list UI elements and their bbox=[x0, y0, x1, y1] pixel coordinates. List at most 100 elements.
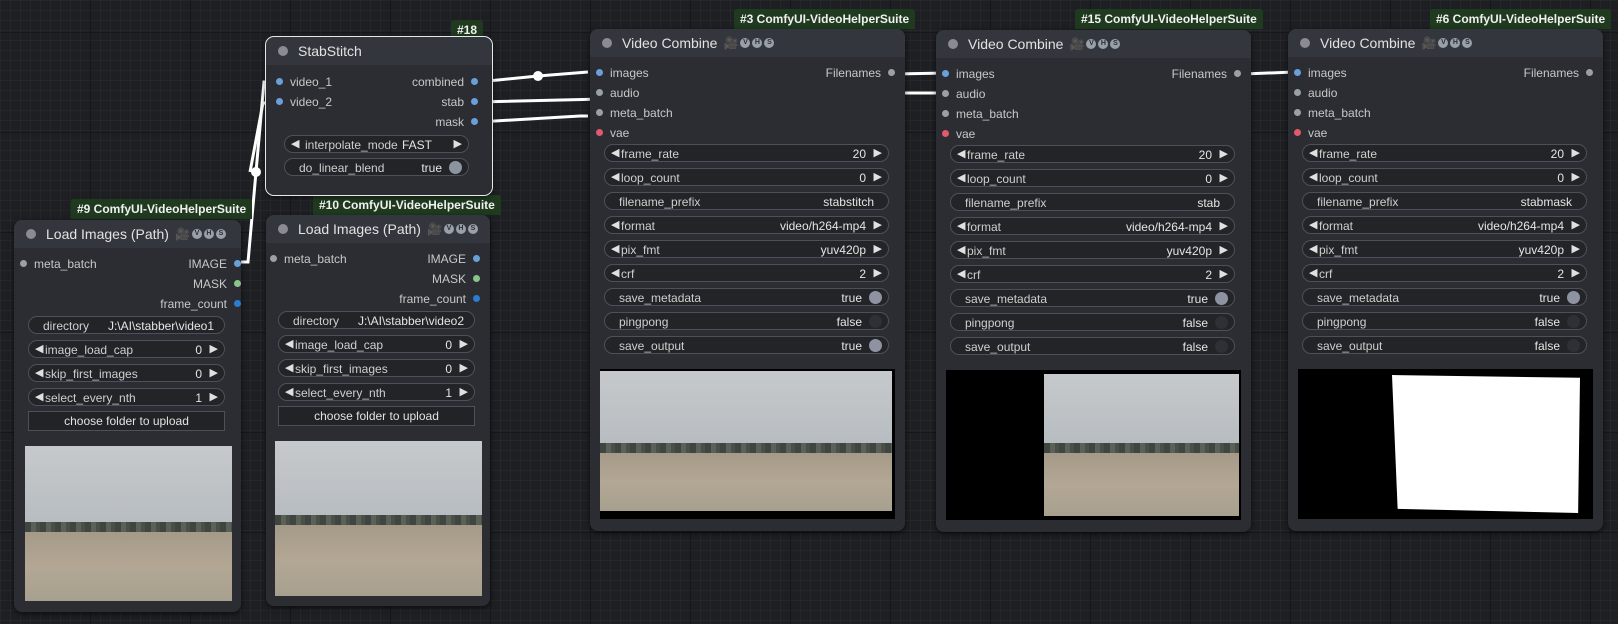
node-title-bar[interactable]: Video Combine 🎥 V H S bbox=[936, 30, 1251, 58]
choose-folder-button[interactable]: choose folder to upload bbox=[278, 406, 475, 426]
output-mask[interactable]: MASK bbox=[432, 272, 480, 286]
slot-dot-icon[interactable] bbox=[596, 89, 603, 96]
crf-stepper[interactable]: ◀ crf 2 ▶ bbox=[604, 264, 889, 282]
pingpong-toggle[interactable]: pingpong false bbox=[950, 313, 1235, 331]
slot-dot-icon[interactable] bbox=[1234, 70, 1241, 77]
output-filenames[interactable]: Filenames bbox=[1172, 67, 1241, 81]
input-images[interactable]: images bbox=[942, 67, 995, 81]
slot-dot-icon[interactable] bbox=[471, 118, 478, 125]
slot-dot-icon[interactable] bbox=[942, 70, 949, 77]
save-metadata-toggle[interactable]: save_metadata true bbox=[1302, 288, 1587, 306]
output-image[interactable]: IMAGE bbox=[188, 257, 241, 271]
input-vae[interactable]: vae bbox=[942, 127, 975, 141]
pingpong-toggle[interactable]: pingpong false bbox=[604, 312, 889, 330]
do-linear-blend-toggle[interactable]: do_linear_blend true bbox=[284, 158, 469, 176]
save-metadata-toggle[interactable]: save_metadata true bbox=[950, 289, 1235, 307]
node-title-bar[interactable]: Load Images (Path) 🎥 V H S bbox=[266, 215, 490, 243]
slot-dot-icon[interactable] bbox=[1294, 109, 1301, 116]
output-filenames[interactable]: Filenames bbox=[1524, 66, 1593, 80]
save-output-toggle[interactable]: save_output false bbox=[950, 337, 1235, 355]
filename-prefix-field[interactable]: filename_prefix stabmask bbox=[1302, 192, 1587, 210]
input-vae[interactable]: vae bbox=[1294, 126, 1327, 140]
input-audio[interactable]: audio bbox=[1294, 86, 1337, 100]
node-stabstitch-18[interactable]: StabStitch video_1 video_2 combined stab… bbox=[265, 36, 493, 196]
slot-dot-icon[interactable] bbox=[20, 260, 27, 267]
node-video-combine-15[interactable]: Video Combine 🎥 V H S images audio meta_bat… bbox=[936, 30, 1251, 532]
collapse-dot-icon[interactable] bbox=[948, 39, 958, 49]
save-output-toggle[interactable]: save_output true bbox=[604, 336, 889, 354]
slot-dot-icon[interactable] bbox=[471, 78, 478, 85]
slot-dot-icon[interactable] bbox=[1294, 89, 1301, 96]
collapse-dot-icon[interactable] bbox=[278, 224, 288, 234]
output-mask[interactable]: MASK bbox=[193, 277, 241, 291]
node-video-combine-3[interactable]: Video Combine 🎥 V H S images audio meta_bat… bbox=[590, 29, 905, 531]
directory-field[interactable]: directory J:\AI\stabber\video1 bbox=[28, 316, 225, 334]
input-audio[interactable]: audio bbox=[596, 86, 639, 100]
input-audio[interactable]: audio bbox=[942, 87, 985, 101]
input-vae[interactable]: vae bbox=[596, 126, 629, 140]
node-load-images-9[interactable]: Load Images (Path) 🎥 V H S meta_batch IMAGE… bbox=[14, 220, 241, 612]
collapse-dot-icon[interactable] bbox=[602, 38, 612, 48]
output-frame-count[interactable]: frame_count bbox=[160, 297, 241, 311]
skip-first-images-stepper[interactable]: ◀ skip_first_images 0 ▶ bbox=[28, 364, 225, 382]
frame-rate-stepper[interactable]: ◀ frame_rate 20 ▶ bbox=[604, 144, 889, 162]
input-meta-batch[interactable]: meta_batch bbox=[596, 106, 673, 120]
slot-dot-icon[interactable] bbox=[1586, 69, 1593, 76]
slot-dot-icon[interactable] bbox=[942, 90, 949, 97]
input-video-2[interactable]: video_2 bbox=[276, 95, 332, 109]
format-select[interactable]: ◀ format video/h264-mp4 ▶ bbox=[1302, 216, 1587, 234]
slot-dot-icon[interactable] bbox=[596, 69, 603, 76]
slot-dot-icon[interactable] bbox=[473, 275, 480, 282]
input-images[interactable]: images bbox=[1294, 66, 1347, 80]
output-combined[interactable]: combined bbox=[412, 75, 478, 89]
input-meta-batch[interactable]: meta_batch bbox=[270, 252, 347, 266]
input-video-1[interactable]: video_1 bbox=[276, 75, 332, 89]
select-every-nth-stepper[interactable]: ◀ select_every_nth 1 ▶ bbox=[278, 383, 475, 401]
loop-count-stepper[interactable]: ◀ loop_count 0 ▶ bbox=[1302, 168, 1587, 186]
frame-rate-stepper[interactable]: ◀ frame_rate 20 ▶ bbox=[1302, 144, 1587, 162]
slot-dot-icon[interactable] bbox=[596, 129, 603, 136]
slot-dot-icon[interactable] bbox=[270, 255, 277, 262]
crf-stepper[interactable]: ◀ crf 2 ▶ bbox=[1302, 264, 1587, 282]
save-metadata-toggle[interactable]: save_metadata true bbox=[604, 288, 889, 306]
choose-folder-button[interactable]: choose folder to upload bbox=[28, 411, 225, 431]
loop-count-stepper[interactable]: ◀ loop_count 0 ▶ bbox=[950, 169, 1235, 187]
output-image[interactable]: IMAGE bbox=[427, 252, 480, 266]
slot-dot-icon[interactable] bbox=[276, 78, 283, 85]
input-meta-batch[interactable]: meta_batch bbox=[20, 257, 97, 271]
loop-count-stepper[interactable]: ◀ loop_count 0 ▶ bbox=[604, 168, 889, 186]
slot-dot-icon[interactable] bbox=[942, 110, 949, 117]
interpolate-mode-select[interactable]: ◀ interpolate_mode FAST ▶ bbox=[284, 135, 469, 153]
collapse-dot-icon[interactable] bbox=[26, 229, 36, 239]
input-images[interactable]: images bbox=[596, 66, 649, 80]
pingpong-toggle[interactable]: pingpong false bbox=[1302, 312, 1587, 330]
slot-dot-icon[interactable] bbox=[942, 130, 949, 137]
directory-field[interactable]: directory J:\AI\stabber\video2 bbox=[278, 311, 475, 329]
input-meta-batch[interactable]: meta_batch bbox=[942, 107, 1019, 121]
format-select[interactable]: ◀ format video/h264-mp4 ▶ bbox=[950, 217, 1235, 235]
node-title-bar[interactable]: StabStitch bbox=[266, 37, 492, 65]
image-load-cap-stepper[interactable]: ◀ image_load_cap 0 ▶ bbox=[28, 340, 225, 358]
output-frame-count[interactable]: frame_count bbox=[399, 292, 480, 306]
filename-prefix-field[interactable]: filename_prefix stabstitch bbox=[604, 192, 889, 210]
output-mask[interactable]: mask bbox=[435, 115, 478, 129]
filename-prefix-field[interactable]: filename_prefix stab bbox=[950, 193, 1235, 211]
collapse-dot-icon[interactable] bbox=[278, 46, 288, 56]
output-filenames[interactable]: Filenames bbox=[826, 66, 895, 80]
node-title-bar[interactable]: Load Images (Path) 🎥 V H S bbox=[14, 220, 241, 248]
format-select[interactable]: ◀ format video/h264-mp4 ▶ bbox=[604, 216, 889, 234]
collapse-dot-icon[interactable] bbox=[1300, 38, 1310, 48]
input-meta-batch[interactable]: meta_batch bbox=[1294, 106, 1371, 120]
slot-dot-icon[interactable] bbox=[888, 69, 895, 76]
crf-stepper[interactable]: ◀ crf 2 ▶ bbox=[950, 265, 1235, 283]
slot-dot-icon[interactable] bbox=[234, 260, 241, 267]
skip-first-images-stepper[interactable]: ◀ skip_first_images 0 ▶ bbox=[278, 359, 475, 377]
slot-dot-icon[interactable] bbox=[1294, 69, 1301, 76]
pix-fmt-select[interactable]: ◀ pix_fmt yuv420p ▶ bbox=[604, 240, 889, 258]
image-load-cap-stepper[interactable]: ◀ image_load_cap 0 ▶ bbox=[278, 335, 475, 353]
pix-fmt-select[interactable]: ◀ pix_fmt yuv420p ▶ bbox=[1302, 240, 1587, 258]
frame-rate-stepper[interactable]: ◀ frame_rate 20 ▶ bbox=[950, 145, 1235, 163]
slot-dot-icon[interactable] bbox=[234, 280, 241, 287]
pix-fmt-select[interactable]: ◀ pix_fmt yuv420p ▶ bbox=[950, 241, 1235, 259]
node-title-bar[interactable]: Video Combine 🎥 V H S bbox=[590, 29, 905, 57]
